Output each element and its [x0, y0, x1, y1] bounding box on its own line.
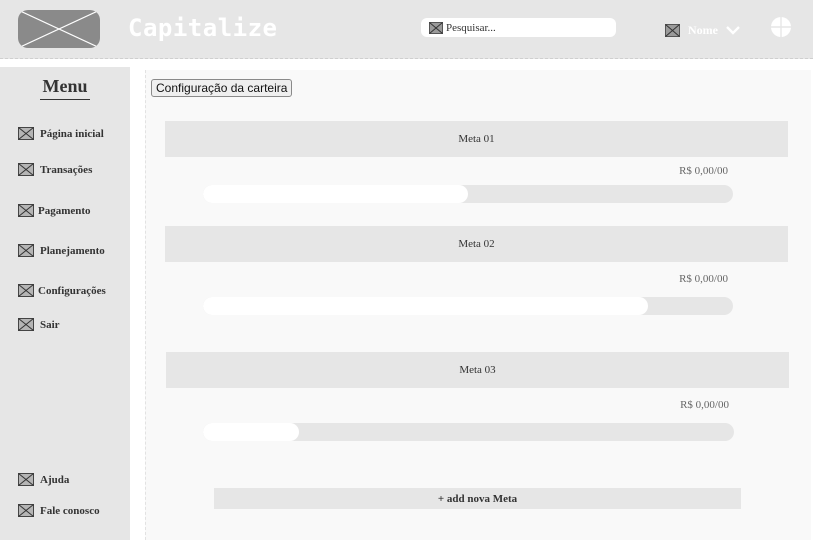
search-icon	[429, 21, 443, 34]
user-name: Nome	[688, 22, 718, 37]
settings-icon	[18, 284, 34, 297]
sidebar-item-label: Transações	[40, 163, 93, 176]
goal-title: Meta 02	[458, 238, 495, 250]
sidebar-item-transacoes[interactable]: Transações	[18, 163, 92, 176]
user-menu[interactable]: Nome	[665, 21, 740, 39]
sidebar-item-planejamento[interactable]: Planejamento	[18, 244, 105, 257]
sidebar-item-label: Ajuda	[40, 473, 70, 486]
app-title: Capitalize	[128, 14, 278, 42]
goal-header[interactable]: Meta 03	[166, 352, 789, 388]
sidebar-item-label: Sair	[40, 318, 60, 331]
goal-title: Meta 03	[459, 364, 496, 376]
goal-progress-fill	[203, 297, 649, 315]
search-input[interactable]: Pesquisar...	[421, 18, 616, 37]
logo-image[interactable]	[18, 10, 100, 48]
payment-icon	[18, 204, 34, 217]
wallet-settings-button[interactable]: Configuração da carteira	[151, 79, 293, 97]
sidebar-item-label: Pagamento	[38, 204, 91, 217]
contact-icon	[18, 504, 34, 517]
top-bar: Capitalize Pesquisar... Nome	[0, 0, 813, 59]
sidebar-item-pagina-inicial[interactable]: Página inicial	[18, 127, 104, 140]
home-icon	[18, 127, 34, 140]
avatar-icon	[665, 23, 680, 37]
logout-icon	[18, 318, 34, 331]
help-icon	[18, 473, 34, 486]
goal-progress-bar	[203, 185, 733, 203]
goal-title: Meta 01	[458, 133, 495, 145]
sidebar-item-label: Fale conosco	[40, 504, 100, 517]
search-placeholder: Pesquisar...	[446, 21, 496, 34]
goal-amount: R$ 0,00/00	[680, 399, 729, 411]
sidebar-item-pagamento[interactable]: Pagamento	[18, 204, 91, 217]
transactions-icon	[18, 163, 34, 176]
goal-progress-fill	[203, 185, 468, 203]
sidebar-item-fale-conosco[interactable]: Fale conosco	[18, 504, 100, 517]
sidebar-item-configuracoes[interactable]: Configurações	[18, 284, 106, 297]
chevron-down-icon[interactable]	[726, 25, 740, 35]
goal-header[interactable]: Meta 02	[165, 226, 788, 262]
goal-progress-bar	[203, 423, 734, 441]
sidebar-item-label: Configurações	[38, 284, 106, 297]
globe-icon[interactable]	[770, 16, 792, 38]
goal-amount: R$ 0,00/00	[679, 273, 728, 285]
sidebar-item-label: Planejamento	[40, 244, 105, 257]
goal-progress-fill	[203, 423, 299, 441]
menu-title: Menu	[40, 76, 90, 100]
sidebar-item-sair[interactable]: Sair	[18, 318, 60, 331]
sidebar-item-ajuda[interactable]: Ajuda	[18, 473, 69, 486]
goal-progress-bar	[203, 297, 733, 315]
goal-amount: R$ 0,00/00	[679, 165, 728, 177]
sidebar-item-label: Página inicial	[40, 127, 104, 140]
goal-header[interactable]: Meta 01	[165, 121, 788, 157]
add-goal-button[interactable]: + add nova Meta	[214, 488, 741, 509]
planning-icon	[18, 244, 34, 257]
